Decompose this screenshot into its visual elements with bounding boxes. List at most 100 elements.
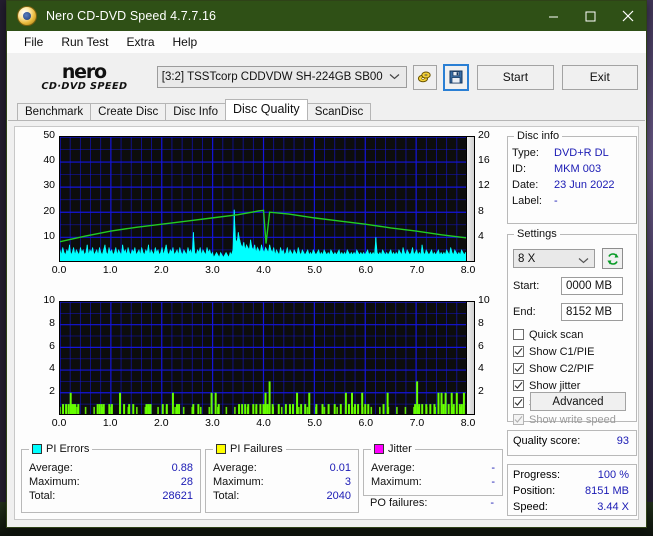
chart-scrollbar-top[interactable]	[466, 137, 474, 261]
window-title: Nero CD-DVD Speed 4.7.7.16	[46, 9, 216, 23]
eject-disc-button[interactable]	[413, 65, 437, 90]
jitter-color-swatch	[374, 444, 384, 454]
speed-select[interactable]: 8 X	[513, 249, 595, 268]
disc-info-caption: Disc info	[514, 130, 562, 142]
tab-benchmark[interactable]: Benchmark	[17, 103, 91, 120]
right-panel: Disc info Type:DVD+R DL ID:MKM 003 Date:…	[507, 130, 637, 516]
position-row: Position:8151 MB	[508, 483, 636, 499]
advanced-button[interactable]: Advanced	[530, 392, 626, 411]
menu-item-run-test[interactable]: Run Test	[52, 33, 117, 51]
axis-tick-label: 1.0	[95, 417, 125, 429]
menu-item-file[interactable]: File	[15, 33, 52, 51]
axis-tick-label: 10	[25, 230, 55, 242]
chevron-down-icon	[389, 71, 400, 83]
progress-row: Progress:100 %	[508, 465, 636, 483]
settings-panel: Settings 8 X	[507, 234, 637, 422]
nero-disc-icon	[17, 6, 37, 26]
axis-tick-label: 2	[25, 385, 55, 397]
checkbox-show-jitter[interactable]: Show jitter	[513, 378, 580, 393]
disc-info-type: Type:DVD+R DL	[508, 145, 636, 161]
pi-errors-plot-area	[59, 136, 475, 262]
close-icon[interactable]	[609, 1, 646, 31]
axis-tick-label: 30	[25, 179, 55, 191]
chart-scrollbar-bottom[interactable]	[466, 302, 474, 414]
start-label: Start:	[513, 280, 539, 292]
start-button[interactable]: Start	[477, 65, 553, 90]
pi-failures-stats: PI Failures Average:0.01 Maximum:3 Total…	[205, 449, 359, 513]
menu-item-extra[interactable]: Extra	[117, 33, 163, 51]
chevron-down-icon	[578, 255, 589, 267]
axis-tick-label: 8	[25, 317, 55, 329]
table-row: Maximum:-	[364, 475, 502, 489]
axis-tick-label: 0.0	[44, 264, 74, 276]
minimize-icon[interactable]	[535, 1, 572, 31]
start-field-row: Start: 0000 MB	[513, 277, 633, 297]
quality-score-row: Quality score: 93	[508, 431, 636, 447]
axis-tick-label: 10	[478, 294, 504, 306]
pi-errors-stats: PI Errors Average:0.88 Maximum:28 Total:…	[21, 449, 201, 513]
drive-select[interactable]: [3:2] TSSTcorp CDDVDW SH-224GB SB00	[157, 66, 407, 88]
axis-tick-label: 12	[478, 179, 504, 191]
axis-tick-label: 7.0	[402, 264, 432, 276]
table-row: Average:0.88	[22, 461, 200, 475]
quality-score-label: Quality score:	[513, 435, 580, 447]
axis-tick-label: 6	[25, 340, 55, 352]
menu-bar: File Run Test Extra Help	[7, 31, 646, 54]
pi-failures-plot-area	[59, 301, 475, 415]
checkbox-show-c1-pie[interactable]: Show C1/PIE	[513, 344, 594, 359]
progress-panel: Progress:100 % Position:8151 MB Speed:3.…	[507, 464, 637, 516]
axis-tick-label: 2.0	[146, 417, 176, 429]
tab-scandisc[interactable]: ScanDisc	[307, 103, 372, 120]
end-label: End:	[513, 306, 536, 318]
settings-caption: Settings	[514, 228, 560, 240]
refresh-button[interactable]	[602, 248, 623, 269]
drive-select-value: [3:2] TSSTcorp CDDVDW SH-224GB SB00	[162, 71, 383, 83]
tab-disc-info[interactable]: Disc Info	[165, 103, 226, 120]
tab-create-disc[interactable]: Create Disc	[90, 103, 166, 120]
table-row: Average:-	[364, 461, 502, 475]
axis-tick-label: 6	[478, 340, 504, 352]
axis-tick-label: 50	[25, 129, 55, 141]
checkbox-show-c2-pif[interactable]: Show C2/PIF	[513, 361, 594, 376]
checkbox-icon	[513, 329, 524, 340]
speed-row: Speed:3.44 X	[508, 499, 636, 515]
checkbox-checked-icon	[513, 363, 524, 374]
checkbox-quick-scan[interactable]: Quick scan	[513, 327, 583, 342]
axis-tick-label: 2.0	[146, 264, 176, 276]
quality-score-value: 93	[617, 435, 629, 447]
jitter-stats-caption: Jitter	[371, 443, 415, 455]
axis-tick-label: 8	[478, 205, 504, 217]
axis-tick-label: 3.0	[197, 264, 227, 276]
axis-tick-label: 5.0	[300, 264, 330, 276]
logo-wordmark: nero	[23, 63, 145, 81]
save-button[interactable]	[443, 64, 469, 91]
checkbox-checked-icon	[513, 380, 524, 391]
pi-failures-plot-svg	[60, 302, 474, 415]
toolbar: nero CD·DVD SPEED [3:2] TSSTcorp CDDVDW …	[7, 54, 646, 100]
logo-subtitle: CD·DVD SPEED	[22, 81, 146, 92]
start-input[interactable]: 0000 MB	[561, 277, 623, 295]
table-row: Total:28621	[22, 489, 200, 503]
axis-tick-label: 4	[478, 230, 504, 242]
menu-item-help[interactable]: Help	[164, 33, 207, 51]
tab-content-disc-quality: 1020304050481216200.01.02.03.04.05.06.07…	[8, 120, 645, 526]
end-input[interactable]: 8152 MB	[561, 303, 623, 321]
tab-disc-quality[interactable]: Disc Quality	[225, 99, 308, 120]
axis-tick-label: 7.0	[402, 417, 432, 429]
disc-info-panel: Disc info Type:DVD+R DL ID:MKM 003 Date:…	[507, 136, 637, 224]
checkbox-show-write-speed: Show write speed	[513, 412, 616, 427]
axis-tick-label: 8	[478, 317, 504, 329]
axis-tick-label: 6.0	[351, 264, 381, 276]
exit-button[interactable]: Exit	[562, 65, 638, 90]
pi-errors-plot-svg	[60, 137, 474, 262]
checkbox-checked-icon	[513, 346, 524, 357]
jitter-stats: Jitter Average:- Maximum:-	[363, 449, 503, 496]
axis-tick-label: 20	[478, 129, 504, 141]
pi-errors-color-swatch	[32, 444, 42, 454]
maximize-icon[interactable]	[572, 1, 609, 31]
application-window: Nero CD-DVD Speed 4.7.7.16 File Run Test…	[6, 0, 647, 528]
axis-tick-label: 20	[25, 205, 55, 217]
window-controls	[535, 1, 646, 31]
po-failures-row: PO failures:-	[363, 496, 501, 510]
pi-failures-chart: 2468102468100.01.02.03.04.05.06.07.08.0	[19, 295, 501, 443]
